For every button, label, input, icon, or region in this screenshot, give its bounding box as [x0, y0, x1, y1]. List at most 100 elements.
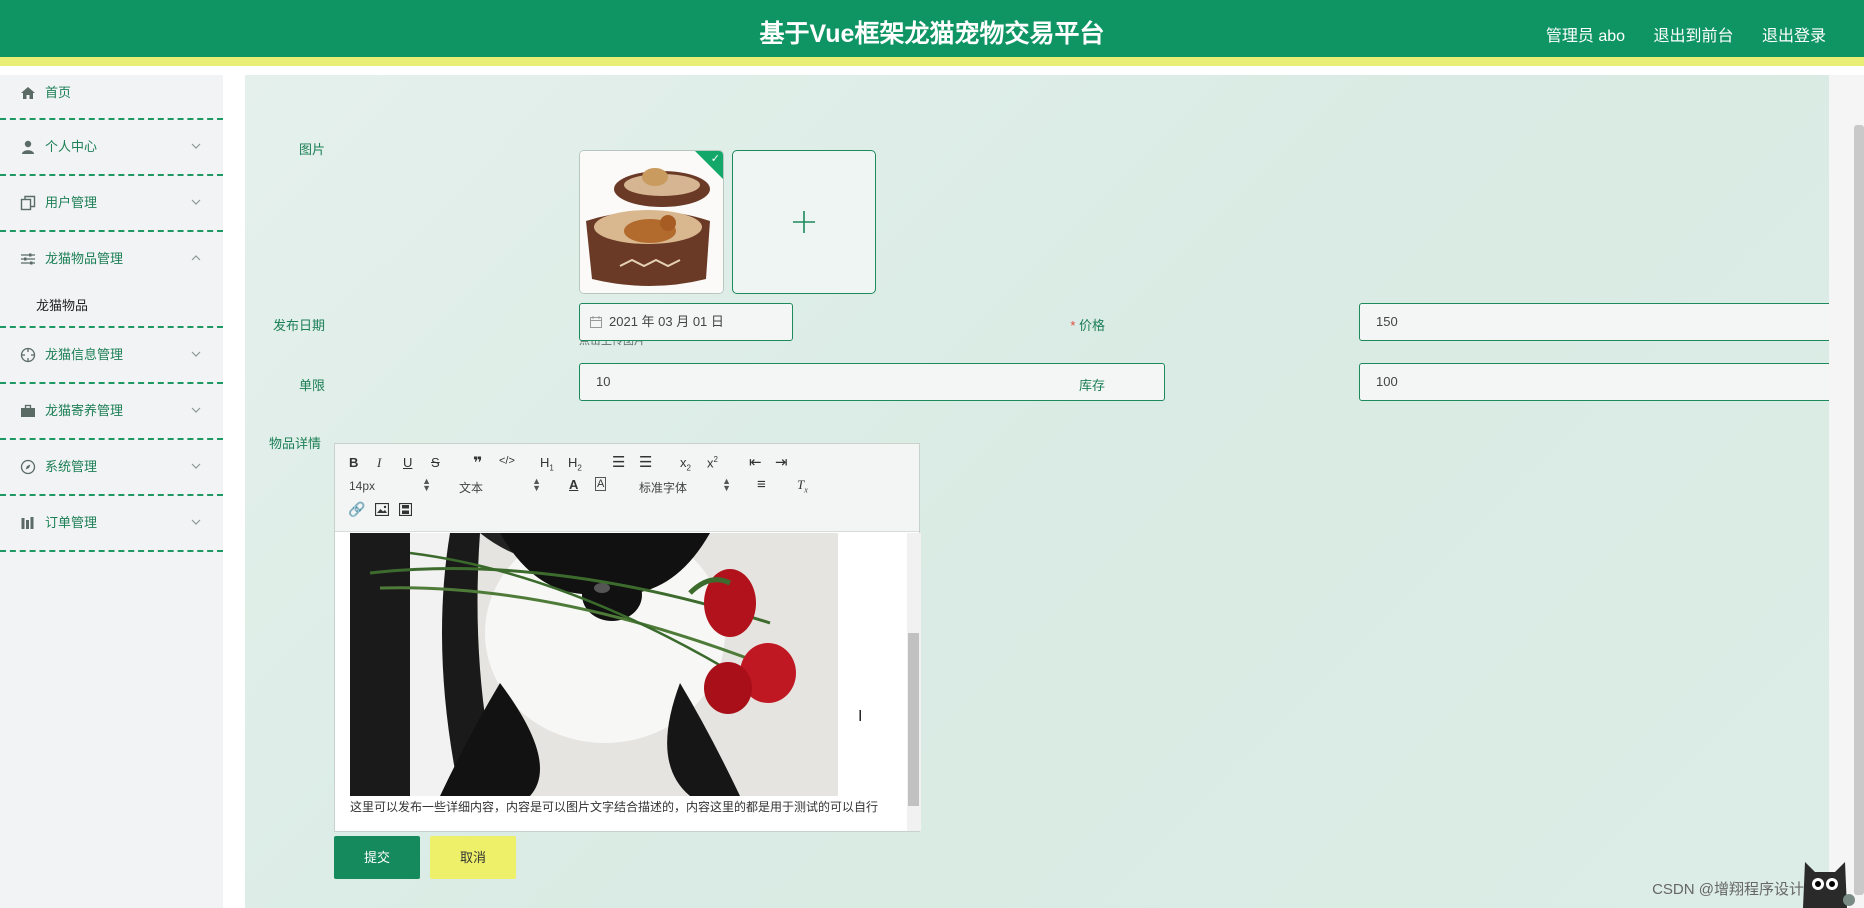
paragraph-select[interactable]: 文本 ▲ ▼ [459, 476, 541, 496]
video-icon[interactable] [399, 503, 412, 516]
sidebar-item-users[interactable]: 用户管理 [0, 176, 223, 232]
sidebar-item-label: 系统管理 [45, 459, 98, 474]
date-value: 2021 年 03 月 01 日 [609, 314, 724, 329]
outdent-icon[interactable]: ⇤ [749, 453, 762, 471]
header-links: 管理员 abo 退出到前台 退出登录 [1522, 22, 1826, 46]
stock-label: 库存 [1078, 378, 1105, 393]
page-scroll-thumb[interactable] [1854, 125, 1864, 895]
text-cursor-icon: I [858, 708, 863, 725]
price-field[interactable] [1376, 314, 1864, 329]
chevron-down-icon [191, 199, 201, 205]
check-icon: ✓ [710, 153, 720, 165]
select-arrow-icon: ▲ ▼ [422, 476, 431, 493]
italic-icon[interactable]: I [377, 455, 381, 471]
bold-icon[interactable]: B [349, 455, 358, 470]
chevron-down-icon [191, 463, 201, 469]
price-label-text: 价格 [1078, 318, 1105, 333]
copy-icon [20, 195, 36, 211]
calendar-icon [590, 316, 602, 328]
price-label: * 价格 [1025, 315, 1105, 334]
home-icon [21, 86, 35, 99]
cancel-button[interactable]: 取消 [430, 836, 516, 879]
align-icon[interactable]: ≡ [757, 476, 766, 493]
top-header: 基于Vue框架龙猫宠物交易平台 管理员 abo 退出到前台 退出登录 [0, 0, 1864, 66]
exit-front-link[interactable]: 退出到前台 [1654, 28, 1734, 45]
sidebar-item-label: 龙猫物品管理 [45, 251, 124, 266]
sidebar-item-goods[interactable]: 龙猫物品管理 [0, 232, 223, 286]
ordered-list-icon[interactable]: ☰ [612, 453, 625, 471]
user-icon [22, 140, 34, 154]
font-size-select[interactable]: 14px ▲ ▼ [349, 476, 431, 494]
background-color-icon[interactable]: A [595, 477, 607, 491]
editor-text: 这里可以发布一些详细内容，内容是可以图片文字结合描述的，内容这里的都是用于测试的… [350, 800, 879, 814]
sidebar-subitem-goods[interactable]: 龙猫物品 [0, 286, 223, 326]
chevron-down-icon [191, 519, 201, 525]
font-size-value: 14px [349, 479, 376, 493]
price-input[interactable] [1359, 303, 1864, 341]
dial-icon [20, 347, 36, 363]
link-icon[interactable]: 🔗 [348, 501, 365, 518]
plus-icon [793, 211, 815, 233]
chart-icon [21, 517, 34, 529]
date-picker[interactable]: 2021 年 03 月 01 日 [579, 303, 793, 341]
sidebar-item-label: 订单管理 [45, 515, 98, 530]
editor-content[interactable]: 这里可以发布一些详细内容，内容是可以图片文字结合描述的，内容这里的都是用于测试的… [335, 533, 921, 831]
select-arrow-icon: ▲ ▼ [722, 476, 731, 493]
chevron-down-icon [191, 351, 201, 357]
blockquote-icon[interactable]: ❞ [473, 453, 482, 473]
upload-add-button[interactable] [732, 150, 876, 294]
husky-rose-image [350, 533, 838, 796]
h2-icon[interactable]: H2 [568, 455, 582, 473]
sidebar-item-profile[interactable]: 个人中心 [0, 120, 223, 176]
sidebar-item-label: 个人中心 [45, 139, 98, 154]
image-icon[interactable] [375, 503, 389, 516]
indent-icon[interactable]: ⇥ [775, 453, 788, 471]
date-label: 发布日期 [272, 318, 325, 333]
uploaded-image-thumbnail[interactable]: ✓ [579, 150, 724, 294]
chevron-up-icon [191, 255, 201, 261]
mascot-icon [1803, 862, 1855, 908]
subscript-icon[interactable]: x2 [680, 455, 691, 473]
bullet-list-icon[interactable]: ☰ [639, 453, 652, 471]
limit-label: 单限 [298, 378, 325, 393]
sidebar-item-info[interactable]: 龙猫信息管理 [0, 328, 223, 384]
h1-icon[interactable]: H1 [540, 455, 554, 473]
paragraph-value: 文本 [459, 481, 484, 495]
sidebar-item-boarding[interactable]: 龙猫寄养管理 [0, 384, 223, 440]
stock-field[interactable] [1376, 374, 1864, 389]
sidebar-item-label: 用户管理 [45, 195, 98, 210]
rich-text-editor[interactable]: B I U S ❞ </> H1 H2 ☰ ☰ x2 x2 ⇤ ⇥ 14px ▲ ▼… [334, 443, 921, 832]
stock-input[interactable] [1359, 363, 1864, 401]
sidebar-item-label: 首页 [45, 84, 72, 100]
watermark: CSDN @增翔程序设计 [1652, 881, 1804, 898]
font-color-icon[interactable]: A [569, 477, 578, 492]
underline-icon[interactable]: U [403, 455, 412, 470]
sliders-icon [21, 253, 35, 265]
sidebar-item-label: 龙猫寄养管理 [45, 403, 124, 418]
detail-label: 物品详情 [268, 436, 321, 451]
admin-name[interactable]: 管理员 abo [1546, 28, 1625, 45]
editor-scroll-thumb[interactable] [908, 633, 919, 806]
image-label: 图片 [298, 142, 325, 157]
logout-link[interactable]: 退出登录 [1762, 28, 1826, 45]
chevron-down-icon [191, 143, 201, 149]
submit-button[interactable]: 提交 [334, 836, 420, 879]
compass-icon [20, 459, 36, 475]
code-icon[interactable]: </> [499, 455, 515, 467]
sidebar-item-home[interactable]: 首页 [0, 75, 223, 120]
sidebar: 首页 个人中心 用户管理 龙猫物品管理 龙猫物品 龙猫信息管理 龙猫寄养管理 系… [0, 75, 223, 908]
select-arrow-icon: ▲ ▼ [532, 476, 541, 493]
briefcase-icon [21, 404, 35, 417]
superscript-icon[interactable]: x2 [707, 455, 718, 470]
clear-format-icon[interactable]: Tx [797, 477, 808, 495]
sidebar-group-goods: 龙猫物品管理 龙猫物品 [0, 232, 223, 328]
font-family-value: 标准字体 [639, 481, 688, 495]
sidebar-item-system[interactable]: 系统管理 [0, 440, 223, 496]
font-family-select[interactable]: 标准字体 ▲ ▼ [639, 476, 731, 496]
editor-scrollbar[interactable] [907, 533, 921, 831]
editor-toolbar: B I U S ❞ </> H1 H2 ☰ ☰ x2 x2 ⇤ ⇥ 14px ▲ ▼… [335, 444, 919, 532]
sidebar-item-orders[interactable]: 订单管理 [0, 496, 223, 552]
strikethrough-icon[interactable]: S [431, 455, 440, 470]
required-mark: * [1070, 318, 1079, 333]
chevron-down-icon [191, 407, 201, 413]
